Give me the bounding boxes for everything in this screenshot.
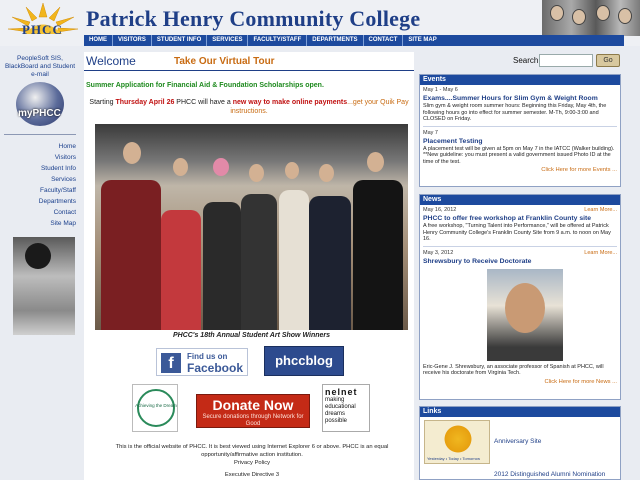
myphcc-label: myPHCC [18,108,61,119]
sidebar-item-visitors[interactable]: Visitors [0,152,76,163]
payments-mid: PHCC will have a [174,99,233,106]
sidebar-divider [4,134,76,135]
facebook-line2: Facebook [187,361,244,375]
links-title: Links [420,407,620,417]
nav-services[interactable]: SERVICES [207,35,249,46]
payments-notice: Starting Thursday April 26 PHCC will hav… [88,98,410,116]
alumni-nomination-link[interactable]: 2012 Distinguished Alumni Nomination [494,471,605,478]
shrewsbury-portrait [487,268,563,361]
event-headline[interactable]: Placement Testing [423,137,617,146]
events-box: Events May 1 - May 6 Exams....Summer Hou… [419,74,621,187]
payments-highlight: new way to make online payments [232,99,348,106]
event-text: A placement test will be given at 5pm on… [423,145,615,165]
phcc-logo[interactable]: PHCC [4,1,82,45]
more-news-link[interactable]: Click Here for more News ... [420,377,620,387]
payments-prefix: Starting [89,99,116,106]
sidebar-item-site-map[interactable]: Site Map [0,218,76,229]
sidebar-item-contact[interactable]: Contact [0,207,76,218]
footer-statement: This is the official website of PHCC. It… [115,444,389,458]
facebook-icon: f [161,353,181,373]
search-input[interactable] [539,54,593,67]
nav-faculty-staff[interactable]: FACULTY/STAFF [248,35,308,46]
payments-date: Thursday April 26 [115,99,175,106]
myphcc-button[interactable]: myPHCC [16,82,64,126]
facebook-line1: Find us on [187,352,228,361]
event-item: May 7 Placement Testing A placement test… [420,128,620,166]
nelnet-brand: nelnet [325,387,358,397]
learn-more-link[interactable]: Learn More... [584,250,617,257]
sidebar-item-services[interactable]: Services [0,174,76,185]
welcome-heading: Welcome [86,54,136,68]
search-go-button[interactable]: Go [596,54,620,67]
virtual-tour-link[interactable]: Take Our Virtual Tour [174,56,275,67]
college-name: Patrick Henry Community College [86,6,421,31]
nav-visitors[interactable]: VISITORS [113,35,152,46]
privacy-policy-link[interactable]: Privacy Policy [234,460,270,466]
financial-aid-notice[interactable]: Summer Application for Financial Aid & F… [86,82,324,89]
anniversary-link[interactable]: Anniversary Site [494,438,541,445]
site-header: PHCC Patrick Henry Community College HOM… [0,0,640,46]
news-box: News May 16, 2012 Learn More... PHCC to … [419,194,621,400]
donate-now-button[interactable]: Donate Now Secure donations through Netw… [196,394,310,428]
donate-sub: Secure donations through Network for Goo… [202,414,304,427]
news-text: A free workshop, "Turning Talent into Pe… [423,223,611,242]
main-nav: HOME VISITORS STUDENT INFO SERVICES FACU… [84,35,624,46]
main-content: Welcome Take Our Virtual Tour Summer App… [84,52,414,480]
sidebar-links: Home Visitors Student Info Services Facu… [0,141,80,229]
anniversary-logo[interactable]: Yesterday • Today • Tomorrow [424,420,490,464]
executive-directive-link[interactable]: Executive Directive 3 [94,472,410,478]
news-headline[interactable]: PHCC to offer free workshop at Franklin … [423,214,617,223]
news-text: Eric-Gene J. Shrewsbury, an associate pr… [423,363,604,377]
nav-contact[interactable]: CONTACT [364,35,404,46]
sidebar-item-student-info[interactable]: Student Info [0,163,76,174]
news-headline[interactable]: Shrewsbury to Receive Doctorate [423,257,617,266]
event-text: Slim gym & weight room summer hours: Beg… [423,103,607,122]
search-label: Search [513,56,539,65]
donate-title: Donate Now [212,397,294,413]
nelnet-link[interactable]: nelnet making educational dreams possibl… [322,384,370,432]
header-students-photo [542,0,640,36]
nelnet-tagline: making educational dreams possible [325,397,356,424]
left-sidebar: PeopleSoft SIS, BlackBoard and Student e… [0,52,80,480]
phccblog-link[interactable]: phccblog [264,346,344,376]
links-box: Links Yesterday • Today • Tomorrow Anniv… [419,406,621,480]
heading-rule [84,70,414,71]
learn-more-link[interactable]: Learn More... [584,207,617,214]
sidebar-item-departments[interactable]: Departments [0,196,76,207]
events-title: Events [420,75,620,85]
nav-student-info[interactable]: STUDENT INFO [152,35,208,46]
nav-site-map[interactable]: SITE MAP [403,35,441,46]
news-item: May 16, 2012 Learn More... PHCC to offer… [420,205,620,247]
art-show-photo [95,124,408,330]
event-headline[interactable]: Exams....Summer Hours for Slim Gym & Wei… [423,94,617,103]
photo-caption: PHCC's 18th Annual Student Art Show Winn… [172,332,331,339]
nav-departments[interactable]: DEPARTMENTS [307,35,364,46]
student-photo [13,237,75,335]
event-date: May 1 - May 6 [423,87,458,93]
event-date: May 7 [423,129,438,136]
news-item: May 3, 2012 Learn More... Shrewsbury to … [420,248,620,377]
logo-text: PHCC [22,22,63,37]
event-item: May 1 - May 6 Exams....Summer Hours for … [420,85,620,127]
more-events-link[interactable]: Click Here for more Events ... [420,165,620,175]
news-date: May 16, 2012 [423,207,457,213]
anniversary-tagline: Yesterday • Today • Tomorrow [427,456,480,461]
footer-text: This is the official website of PHCC. It… [94,443,410,467]
news-title: News [420,195,620,205]
news-date: May 3, 2012 [423,249,454,256]
portal-link[interactable]: PeopleSoft SIS, BlackBoard and Student e… [0,52,80,79]
sunburst-icon [441,425,475,453]
sidebar-item-home[interactable]: Home [0,141,76,152]
sidebar-item-faculty-staff[interactable]: Faculty/Staff [0,185,76,196]
facebook-link[interactable]: f Find us on Facebook [156,348,248,376]
dream-text: Achieving the Dream [135,403,177,408]
nav-home[interactable]: HOME [84,35,113,46]
achieving-dream-emblem-icon [137,389,175,427]
achieving-the-dream-link[interactable]: Achieving the Dream [132,384,178,432]
